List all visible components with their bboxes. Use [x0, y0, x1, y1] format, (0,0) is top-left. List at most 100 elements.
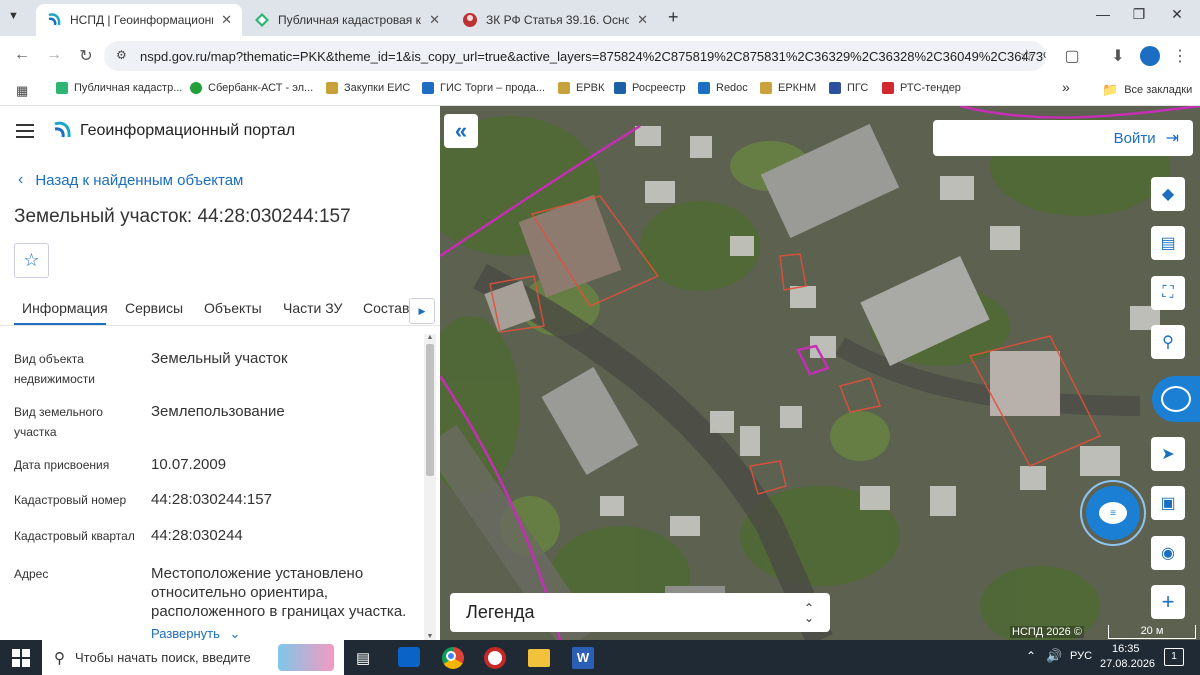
tab-information[interactable]: Информация	[22, 300, 108, 316]
clock-time[interactable]: 16:35	[1112, 643, 1140, 655]
bookmark-sberbank-ast[interactable]: Сбербанк-АСТ - эл...	[190, 82, 313, 94]
navigation-arrow-icon: ➤	[1161, 446, 1175, 463]
menu-kebab-icon[interactable]: ⋮	[1170, 46, 1190, 66]
tab-pkk[interactable]: Публичная кадастровая карта ✕	[244, 4, 450, 36]
minimize-button[interactable]: —	[1088, 6, 1118, 22]
map-view[interactable]: « Войти ⇥ ◆ ▤ ⛶ ⚲ ➤ ▣ ◉ + ≡ Легенда ⌃ ⌄ Н…	[440, 106, 1200, 640]
tab-close-icon[interactable]: ✕	[637, 12, 648, 28]
favorite-button[interactable]: ☆	[14, 243, 49, 278]
panel-scrollbar[interactable]: ▲ ▼	[424, 334, 436, 640]
collapse-panel-button[interactable]: «	[444, 114, 478, 148]
minimap-icon: ▣	[1160, 495, 1176, 512]
taskbar-app-browser[interactable]	[484, 647, 506, 669]
search-location-button[interactable]: ◉	[1151, 536, 1185, 570]
browser-tab-strip: ▼ НСПД | Геоинформационный ✕ Публичная к…	[0, 0, 1200, 36]
tab-parts[interactable]: Части ЗУ	[283, 300, 342, 316]
bookmark-pkk[interactable]: Публичная кадастр...	[56, 82, 182, 94]
bookmark-ervk[interactable]: ЕРВК	[558, 82, 604, 94]
bookmark-gis-torgi[interactable]: ГИС Торги – прода...	[422, 82, 545, 94]
tab-close-icon[interactable]: ✕	[429, 12, 440, 28]
nspd-logo-icon	[48, 13, 61, 26]
back-to-results-link[interactable]: ‹ Назад к найденным объектам	[18, 171, 243, 189]
bookmark-star-icon[interactable]: ☆	[1020, 46, 1034, 66]
field-label: Вид объекта недвижимости	[14, 352, 95, 386]
bookmark-rts-tender[interactable]: РТС-тендер	[882, 82, 961, 94]
address-bar[interactable]: ⚙ nspd.gov.ru/map?thematic=PKK&theme_id=…	[104, 41, 1046, 71]
tab-zk-rf[interactable]: ЗК РФ Статья 39.16. Основани ✕	[452, 4, 658, 36]
field-label: Вид земельного участка	[14, 405, 103, 439]
taskbar-search-placeholder: Чтобы начать поиск, введите	[75, 650, 251, 665]
tab-close-icon[interactable]: ✕	[221, 12, 232, 28]
tab-services[interactable]: Сервисы	[125, 300, 183, 316]
hamburger-menu-icon[interactable]	[16, 124, 34, 138]
scale-bar: 20 м	[1108, 625, 1196, 639]
tab-composition[interactable]: Состав	[363, 300, 409, 316]
url-text: nspd.gov.ru/map?thematic=PKK&theme_id=1&…	[140, 48, 1046, 64]
search-icon: ⚲	[54, 649, 65, 667]
rts-logo-icon	[882, 82, 894, 94]
minimap-button[interactable]: ▣	[1151, 486, 1185, 520]
share-button[interactable]: ⚲	[1151, 325, 1185, 359]
chat-assistant-button[interactable]: ≡	[1080, 480, 1146, 546]
bookmark-erknm[interactable]: ЕРКНМ	[760, 82, 816, 94]
taskbar-search-box[interactable]: ⚲ Чтобы начать поиск, введите	[42, 640, 344, 675]
tab-title: ЗК РФ Статья 39.16. Основани	[486, 13, 630, 27]
coat-of-arms-icon	[326, 82, 338, 94]
apps-grid-icon[interactable]: ▦	[16, 83, 28, 99]
field-label: Кадастровый квартал	[14, 529, 135, 543]
tab-objects[interactable]: Объекты	[204, 300, 262, 316]
satellite-imagery	[440, 106, 1200, 640]
new-tab-button[interactable]: +	[668, 7, 679, 28]
layers-button[interactable]: ◆	[1151, 177, 1185, 211]
feedback-badge-button[interactable]	[1152, 376, 1200, 422]
bookmark-redoc[interactable]: Redoc	[698, 82, 748, 94]
login-arrow-icon: ⇥	[1165, 130, 1179, 147]
bookmark-pgs[interactable]: ПГС	[829, 82, 868, 94]
bookmarks-bar: ▦ Публичная кадастр... Сбербанк-АСТ - эл…	[0, 76, 1200, 106]
all-bookmarks-button[interactable]: 📁 Все закладки	[1102, 82, 1192, 98]
site-info-icon[interactable]: ⚙	[116, 48, 127, 62]
pgs-logo-icon	[829, 82, 841, 94]
triangle-right-icon: ▶	[418, 305, 426, 316]
restore-button[interactable]: ❐	[1124, 6, 1154, 23]
extensions-icon[interactable]: ▢	[1062, 46, 1082, 66]
scrollbar-thumb[interactable]	[426, 344, 434, 476]
bookmarks-overflow-button[interactable]: »	[1062, 79, 1070, 95]
consultant-logo-icon	[463, 13, 477, 27]
field-value: Землепользование	[151, 403, 285, 420]
download-icon[interactable]: ⬇	[1108, 46, 1128, 66]
clock-date[interactable]: 27.08.2026	[1100, 658, 1155, 670]
pkk-logo-icon	[255, 13, 269, 27]
scroll-up-arrow-icon[interactable]: ▲	[424, 334, 436, 341]
ruler-button[interactable]: ▤	[1151, 226, 1185, 260]
geolocate-button[interactable]: ➤	[1151, 437, 1185, 471]
tabs-scroll-right-button[interactable]: ▶	[409, 298, 435, 324]
back-arrow-icon[interactable]: ←	[12, 46, 32, 64]
task-view-icon[interactable]: ▤	[356, 649, 370, 667]
legend-panel[interactable]: Легенда ⌃ ⌄	[450, 593, 830, 632]
tab-search-button[interactable]: ▼	[8, 10, 19, 22]
taskbar-app-outlook[interactable]	[398, 647, 420, 667]
tab-nspd[interactable]: НСПД | Геоинформационный ✕	[36, 4, 242, 36]
volume-icon[interactable]: 🔊	[1046, 648, 1062, 664]
close-window-button[interactable]: ✕	[1162, 6, 1192, 23]
reload-icon[interactable]: ↻	[76, 46, 96, 66]
zoom-in-button[interactable]: +	[1151, 585, 1185, 619]
share-icon: ⚲	[1162, 334, 1174, 351]
expand-link[interactable]: Развернуть ⌄	[151, 626, 240, 640]
field-label: Адрес	[14, 567, 49, 581]
profile-avatar-icon[interactable]	[1140, 46, 1160, 66]
bookmark-rosreestr[interactable]: Росреестр	[614, 82, 685, 94]
bookmark-zakupki[interactable]: Закупки ЕИС	[326, 82, 410, 94]
windows-start-icon[interactable]	[12, 649, 30, 667]
tray-overflow-icon[interactable]: ⌃	[1026, 649, 1036, 663]
notification-center-icon[interactable]: 1	[1164, 648, 1184, 666]
login-button[interactable]: Войти ⇥	[933, 120, 1193, 156]
taskbar-app-explorer[interactable]	[528, 649, 550, 667]
forward-arrow-icon[interactable]: →	[44, 46, 64, 64]
taskbar-app-word[interactable]: W	[572, 647, 594, 669]
taskbar-app-chrome[interactable]	[442, 647, 464, 669]
input-language[interactable]: РУС	[1070, 650, 1092, 662]
area-select-button[interactable]: ⛶	[1151, 276, 1185, 310]
scroll-down-arrow-icon[interactable]: ▼	[424, 633, 436, 640]
